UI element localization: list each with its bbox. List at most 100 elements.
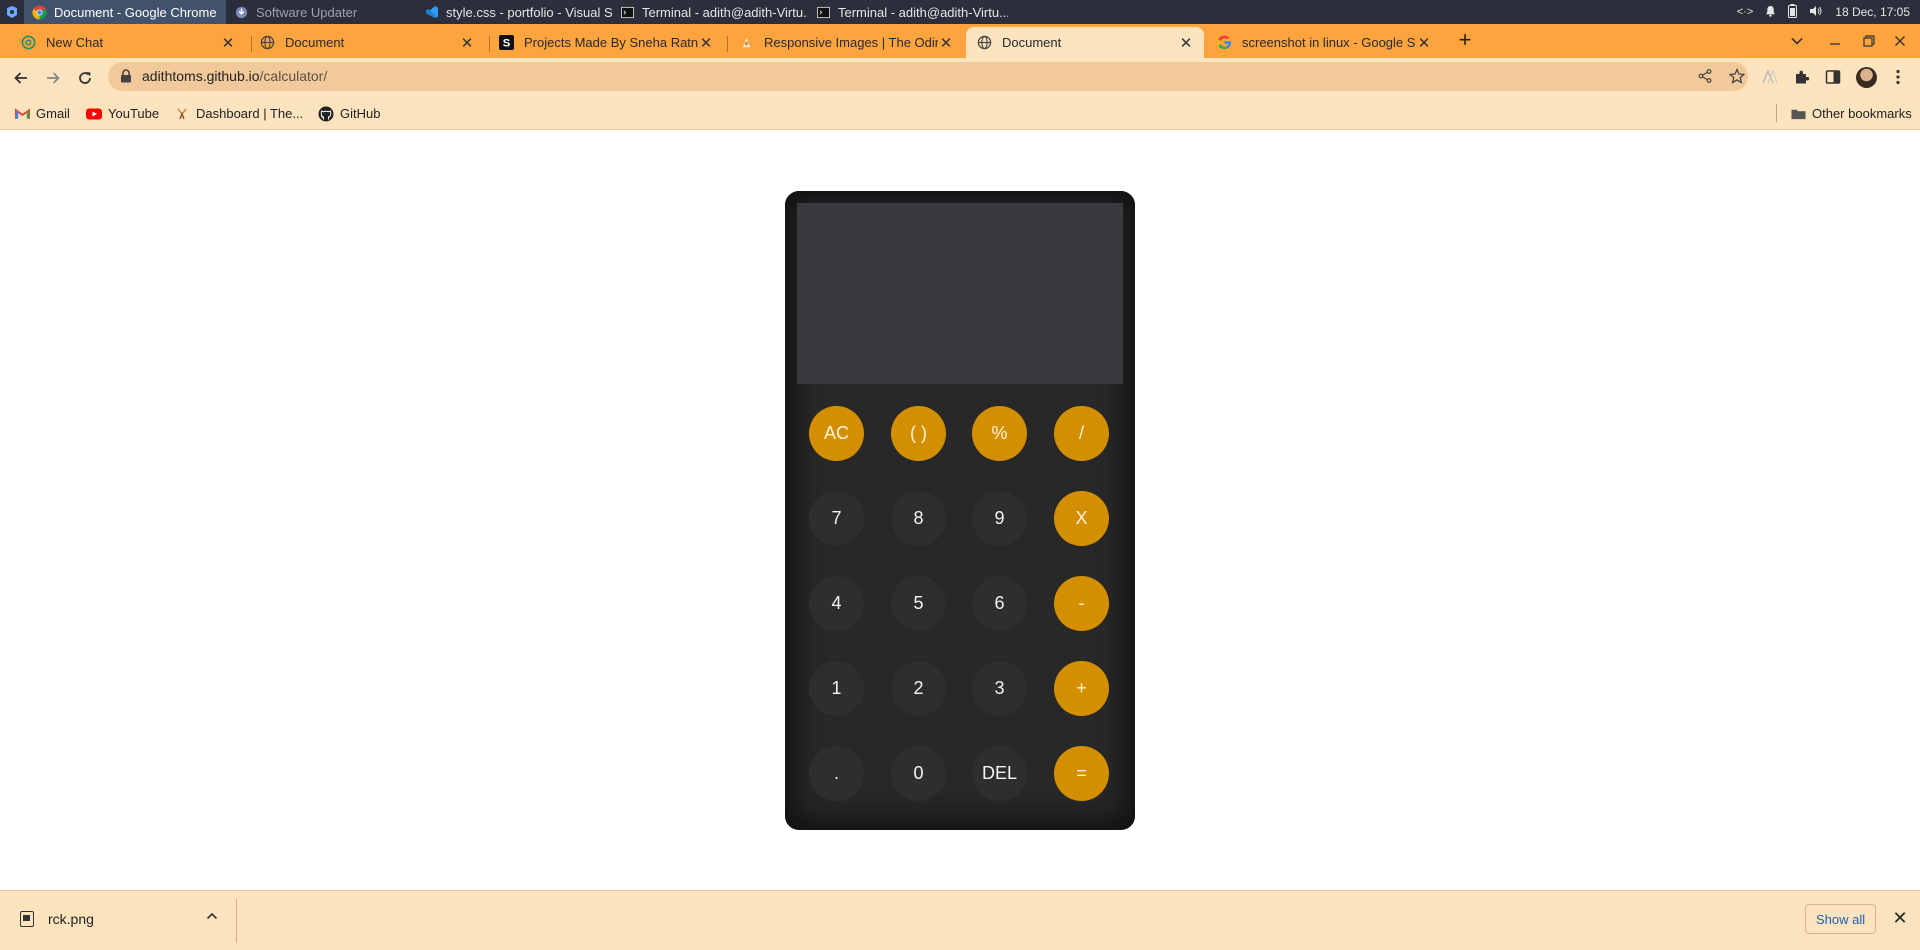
tab-document-1[interactable]: Document ✕	[249, 27, 485, 58]
updater-icon	[234, 5, 249, 20]
bookmark-dashboard[interactable]: Dashboard | The...	[174, 105, 303, 122]
vscode-icon	[424, 5, 439, 20]
github-icon	[318, 106, 334, 122]
close-tab-icon[interactable]: ✕	[1416, 35, 1432, 52]
youtube-icon	[86, 106, 102, 122]
side-panel-icon[interactable]	[1823, 67, 1843, 87]
url-text[interactable]: adithtoms.github.io/calculator/	[142, 68, 327, 84]
tab-responsive-images[interactable]: Responsive Images | The Odin Project ✕	[728, 27, 964, 58]
lock-icon[interactable]	[120, 69, 134, 84]
taskbar-task-label: Document - Google Chrome	[54, 4, 217, 20]
extensions-puzzle-icon[interactable]	[1792, 67, 1812, 87]
download-file-name: rck.png	[48, 911, 94, 927]
odin-icon	[738, 35, 754, 51]
tab-google-search[interactable]: screenshot in linux - Google Search ✕	[1206, 27, 1442, 58]
s-logo-icon: S	[498, 35, 514, 51]
all-clear-button[interactable]: AC	[809, 406, 864, 461]
decimal-button[interactable]: .	[809, 746, 864, 801]
chrome-menu-icon[interactable]	[1888, 67, 1908, 87]
taskbar-task-terminal-2[interactable]: Terminal - adith@adith-Virtu...	[808, 0, 1008, 24]
tab-new-chat[interactable]: New Chat ✕	[10, 27, 246, 58]
tab-projects-sneha[interactable]: S Projects Made By Sneha Ratnani ✕	[488, 27, 724, 58]
bookmark-label: Gmail	[36, 106, 70, 121]
taskbar-task-terminal-1[interactable]: Terminal - adith@adith-Virtu...	[612, 0, 808, 24]
bookmark-star-icon[interactable]	[1728, 67, 1746, 85]
other-bookmarks-folder[interactable]: Other bookmarks	[1790, 105, 1912, 122]
close-tab-icon[interactable]: ✕	[220, 35, 236, 52]
battery-icon[interactable]	[1788, 3, 1798, 21]
close-tab-icon[interactable]: ✕	[459, 35, 475, 52]
bookmark-gmail[interactable]: Gmail	[14, 105, 70, 122]
globe-icon	[259, 35, 275, 51]
calculator: AC ( )% / 7 8 9 X 4 5 6- 1 2 3 +. 0 DEL =	[785, 191, 1135, 830]
page-viewport: AC ( )% / 7 8 9 X 4 5 6- 1 2 3 +. 0 DEL =	[0, 130, 1920, 890]
chatgpt-icon	[20, 35, 36, 51]
minimize-window-icon[interactable]	[1824, 30, 1846, 52]
bookmark-label: YouTube	[108, 106, 160, 121]
tab-search-chevron-icon[interactable]	[1786, 30, 1808, 52]
tab-strip: New Chat ✕ Document ✕ S Projects Made By…	[0, 24, 1920, 58]
equals-button[interactable]: =	[1054, 746, 1109, 801]
browser-toolbar: adithtoms.github.io/calculator/	[0, 58, 1920, 96]
globe-icon	[976, 35, 992, 51]
volume-icon[interactable]	[1809, 5, 1823, 20]
close-shelf-icon[interactable]: ✕	[1892, 909, 1908, 927]
show-all-downloads-button[interactable]: Show all	[1805, 904, 1877, 934]
digit-4-button[interactable]: 4	[809, 576, 864, 631]
percent-button[interactable]: %	[972, 406, 1027, 461]
download-item[interactable]: rck.png	[20, 911, 94, 927]
extension-a-icon[interactable]	[1760, 67, 1780, 87]
other-bookmarks-label: Other bookmarks	[1812, 106, 1912, 121]
subtract-button[interactable]: -	[1054, 576, 1109, 631]
gmail-icon	[14, 106, 30, 122]
close-tab-icon[interactable]: ✕	[938, 35, 954, 52]
url-path: /calculator/	[259, 68, 328, 84]
close-tab-icon[interactable]: ✕	[698, 35, 714, 52]
reload-icon[interactable]	[74, 67, 96, 89]
bookmark-github[interactable]: GitHub	[318, 105, 380, 122]
digit-3-button[interactable]: 3	[972, 661, 1027, 716]
digit-1-button[interactable]: 1	[809, 661, 864, 716]
divide-button[interactable]: /	[1054, 406, 1109, 461]
address-bar[interactable]: adithtoms.github.io/calculator/	[108, 62, 1748, 91]
profile-avatar[interactable]	[1856, 67, 1877, 88]
taskbar-task-chrome[interactable]: Document - Google Chrome	[24, 0, 226, 24]
multiply-button[interactable]: X	[1054, 491, 1109, 546]
digit-7-button[interactable]: 7	[809, 491, 864, 546]
taskbar-task-label: style.css - portfolio - Visual S...	[446, 4, 612, 20]
add-button[interactable]: +	[1054, 661, 1109, 716]
tab-document-active[interactable]: Document ✕	[966, 27, 1204, 58]
download-options-chevron-icon[interactable]	[205, 909, 221, 925]
share-icon[interactable]	[1696, 67, 1714, 85]
clock[interactable]: 18 Dec, 17:05	[1835, 5, 1910, 19]
network-icon[interactable]: <·>	[1737, 6, 1754, 18]
close-window-icon[interactable]	[1889, 30, 1911, 52]
restore-window-icon[interactable]	[1858, 30, 1880, 52]
bookmarks-separator	[1776, 104, 1777, 122]
google-icon	[1216, 35, 1232, 51]
parentheses-button[interactable]: ( )	[891, 406, 946, 461]
forward-arrow-icon[interactable]	[42, 67, 64, 89]
digit-5-button[interactable]: 5	[891, 576, 946, 631]
taskbar-task-vscode[interactable]: style.css - portfolio - Visual S...	[416, 0, 612, 24]
taskbar-task-label: Terminal - adith@adith-Virtu...	[642, 4, 808, 20]
tab-title: Document	[285, 35, 345, 50]
delete-button[interactable]: DEL	[972, 746, 1027, 801]
back-arrow-icon[interactable]	[10, 67, 32, 89]
chrome-icon	[32, 4, 47, 20]
taskbar-task-software-updater[interactable]: Software Updater	[226, 0, 416, 24]
close-tab-icon[interactable]: ✕	[1178, 35, 1194, 52]
digit-9-button[interactable]: 9	[972, 491, 1027, 546]
notification-bell-icon[interactable]	[1765, 5, 1776, 20]
bookmark-youtube[interactable]: YouTube	[86, 105, 159, 122]
new-tab-button[interactable]: +	[1454, 29, 1476, 52]
dashboard-icon	[174, 106, 190, 122]
digit-2-button[interactable]: 2	[891, 661, 946, 716]
os-taskbar: Document - Google Chrome Software Update…	[0, 0, 1920, 24]
digit-8-button[interactable]: 8	[891, 491, 946, 546]
digit-6-button[interactable]: 6	[972, 576, 1027, 631]
url-domain: adithtoms.github.io	[142, 68, 260, 84]
start-menu-icon[interactable]	[0, 0, 24, 24]
system-tray: <·> 18 Dec, 17:05	[1737, 0, 1920, 24]
digit-0-button[interactable]: 0	[891, 746, 946, 801]
